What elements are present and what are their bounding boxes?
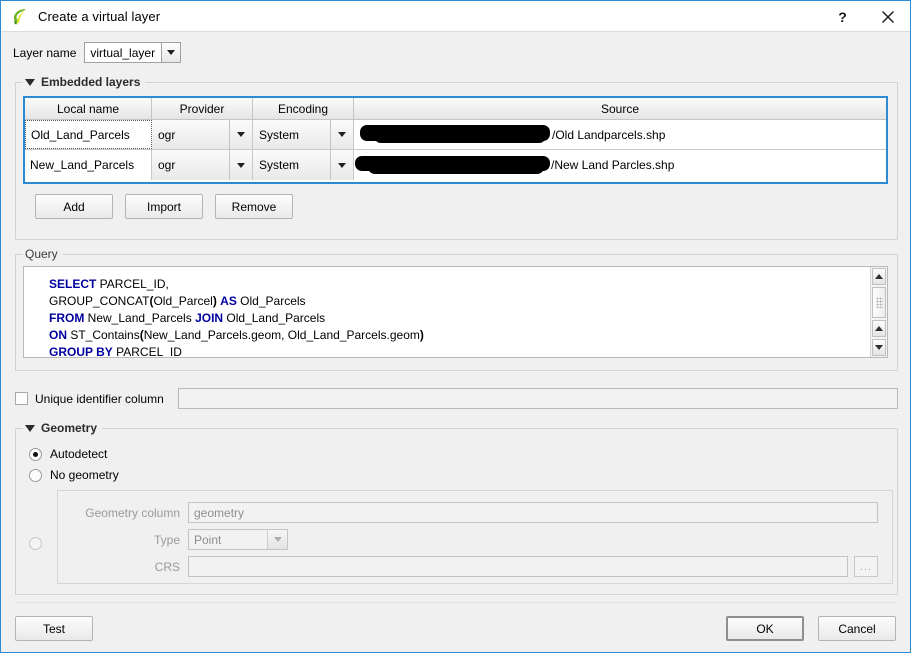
window-controls: ? — [820, 1, 910, 33]
crs-row: CRS ... — [72, 556, 878, 577]
geometry-type-label: Type — [153, 532, 180, 547]
geometry-type-combo[interactable]: Point — [188, 529, 288, 550]
radio-button-icon[interactable] — [29, 537, 42, 550]
cell-provider[interactable]: ogr — [152, 150, 253, 180]
cell-provider[interactable]: ogr — [152, 120, 253, 149]
cell-encoding[interactable]: System — [253, 120, 354, 149]
redaction-bar — [374, 129, 546, 143]
geometry-settings-panel: Geometry column geometry Type Point CRS … — [57, 490, 893, 584]
layer-name-combo[interactable]: virtual_layer — [84, 42, 182, 63]
column-header-local-name[interactable]: Local name — [25, 98, 152, 120]
scroll-up-icon[interactable] — [872, 320, 886, 338]
test-button[interactable]: Test — [15, 616, 93, 641]
embedded-layers-group-title[interactable]: Embedded layers — [23, 74, 146, 90]
chevron-down-icon[interactable] — [330, 120, 353, 149]
source-path: /Old Landparcels.shp — [552, 127, 666, 142]
cell-source[interactable]: /Old Landparcels.shp — [354, 120, 886, 149]
column-header-encoding[interactable]: Encoding — [253, 98, 354, 120]
crs-input[interactable] — [188, 556, 848, 577]
geometry-column-input[interactable]: geometry — [188, 502, 878, 523]
layer-name-value[interactable]: virtual_layer — [85, 43, 162, 62]
query-group: Query SELECT PARCEL_ID, GROUP_CONCAT(Old… — [15, 246, 898, 371]
layer-name-label: Layer name — [13, 45, 77, 60]
provider-value[interactable]: ogr — [152, 120, 229, 149]
query-sql-text[interactable]: SELECT PARCEL_ID, GROUP_CONCAT(Old_Parce… — [24, 267, 870, 357]
table-action-buttons: Add Import Remove — [35, 194, 293, 219]
layer-name-row: Layer name virtual_layer — [13, 42, 182, 63]
unique-identifier-row: Unique identifier column — [15, 388, 898, 409]
unique-identifier-checkbox[interactable] — [15, 392, 28, 405]
provider-value[interactable]: ogr — [152, 150, 229, 180]
radio-button-icon[interactable] — [29, 468, 42, 482]
cell-local-name[interactable]: New_Land_Parcels — [25, 150, 152, 180]
cancel-button[interactable]: Cancel — [818, 616, 896, 641]
query-group-title: Query — [23, 246, 63, 262]
embedded-layers-table[interactable]: Local name Provider Encoding Source Old_… — [23, 96, 888, 184]
add-button[interactable]: Add — [35, 194, 113, 219]
table-row[interactable]: Old_Land_Parcels ogr System /Old Landpar… — [25, 120, 886, 150]
unique-identifier-label: Unique identifier column — [35, 391, 164, 406]
geometry-column-row: Geometry column geometry — [72, 502, 878, 523]
chevron-down-icon[interactable] — [267, 530, 287, 549]
title-bar: Create a virtual layer ? — [1, 0, 910, 32]
collapse-triangle-icon[interactable] — [25, 424, 35, 432]
column-header-provider[interactable]: Provider — [152, 98, 253, 120]
table-header-row: Local name Provider Encoding Source — [25, 98, 886, 120]
crs-browse-button[interactable]: ... — [854, 556, 878, 577]
grip-icon — [875, 297, 883, 309]
source-path: /New Land Parcles.shp — [551, 158, 675, 172]
geometry-type-row: Type Point — [72, 529, 878, 550]
close-icon[interactable] — [865, 1, 910, 33]
embedded-layers-group: Embedded layers Local name Provider Enco… — [15, 74, 898, 240]
chevron-down-icon[interactable] — [229, 120, 252, 149]
crs-label: CRS — [154, 559, 180, 574]
radio-no-geometry-label: No geometry — [50, 468, 119, 482]
redaction-bar — [368, 160, 544, 174]
chevron-down-icon[interactable] — [330, 150, 353, 180]
radio-autodetect[interactable]: Autodetect — [29, 447, 107, 461]
geometry-group-title[interactable]: Geometry — [23, 420, 103, 436]
column-header-source[interactable]: Source — [354, 98, 886, 120]
group-title-label: Embedded layers — [41, 75, 141, 89]
ok-button[interactable]: OK — [726, 616, 804, 641]
radio-autodetect-label: Autodetect — [50, 447, 108, 461]
cell-encoding[interactable]: System — [253, 150, 354, 180]
create-virtual-layer-dialog: Create a virtual layer ? Layer name virt… — [0, 0, 911, 653]
window-title: Create a virtual layer — [38, 8, 161, 24]
encoding-value[interactable]: System — [253, 150, 330, 180]
chevron-down-icon[interactable] — [161, 43, 181, 62]
geometry-column-label: Geometry column — [85, 505, 180, 520]
cell-source[interactable]: /New Land Parcles.shp — [354, 150, 886, 180]
cell-local-name[interactable]: Old_Land_Parcels — [25, 120, 152, 149]
geometry-type-value[interactable]: Point — [189, 530, 267, 549]
radio-custom-geometry[interactable] — [29, 537, 42, 550]
group-title-label: Query — [25, 247, 58, 261]
scrollbar-thumb[interactable] — [872, 286, 886, 319]
table-row[interactable]: New_Land_Parcels ogr System /New Land Pa… — [25, 150, 886, 180]
query-scrollbar[interactable] — [870, 267, 887, 357]
query-editor[interactable]: SELECT PARCEL_ID, GROUP_CONCAT(Old_Parce… — [23, 266, 888, 358]
import-button[interactable]: Import — [125, 194, 203, 219]
geometry-group: Geometry Autodetect No geometry Geometry… — [15, 420, 898, 595]
group-title-label: Geometry — [41, 421, 98, 435]
help-button[interactable]: ? — [820, 1, 865, 33]
encoding-value[interactable]: System — [253, 120, 330, 149]
collapse-triangle-icon[interactable] — [25, 78, 35, 86]
radio-button-icon[interactable] — [29, 447, 42, 461]
radio-no-geometry[interactable]: No geometry — [29, 468, 119, 482]
remove-button[interactable]: Remove — [215, 194, 293, 219]
scroll-down-icon[interactable] — [872, 339, 886, 356]
footer-divider — [15, 602, 896, 603]
unique-identifier-input[interactable] — [177, 388, 898, 409]
chevron-down-icon[interactable] — [229, 150, 252, 180]
qgis-leaf-icon — [10, 6, 30, 26]
scroll-up-icon[interactable] — [872, 268, 886, 285]
